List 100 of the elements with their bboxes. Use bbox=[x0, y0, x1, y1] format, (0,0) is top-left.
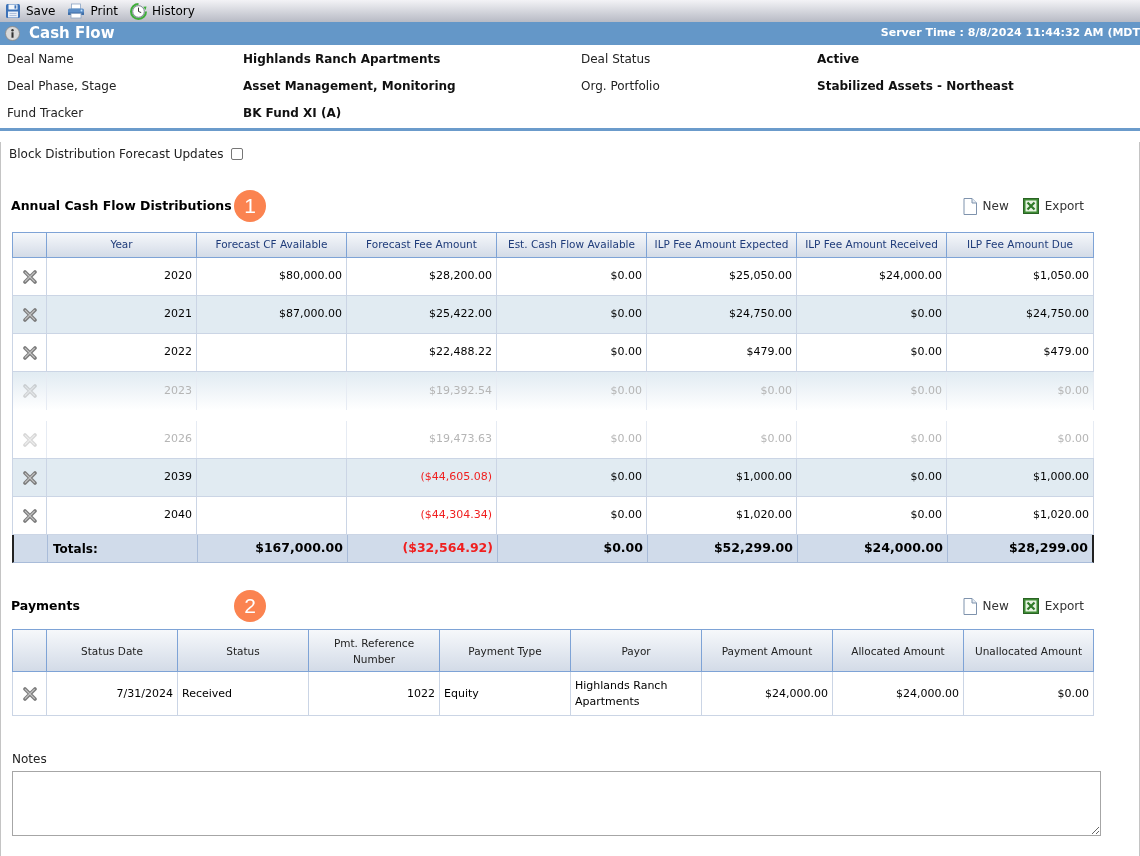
page-title: Cash Flow bbox=[29, 23, 115, 45]
total-cell: $52,299.00 bbox=[713, 539, 793, 558]
total-cell: $24,000.00 bbox=[863, 539, 943, 558]
table-cell: 1022 bbox=[407, 685, 435, 702]
field-value: Stabilized Assets - Northeast bbox=[817, 77, 1014, 95]
total-cell: ($32,564.92) bbox=[402, 539, 493, 558]
column-header[interactable]: Forecast Fee Amount bbox=[347, 233, 497, 257]
field-value: Highlands Ranch Apartments bbox=[243, 50, 441, 68]
table-cell: $0.00 bbox=[610, 469, 642, 486]
table-cell: $24,750.00 bbox=[729, 306, 792, 323]
table-cell: 2026 bbox=[164, 431, 192, 448]
spreadsheet-icon bbox=[1022, 198, 1039, 214]
table-cell: $0.00 bbox=[760, 431, 792, 448]
table-cell: $0.00 bbox=[610, 507, 642, 524]
column-header[interactable]: Payor bbox=[571, 630, 702, 671]
column-header[interactable]: Payment Type bbox=[440, 630, 571, 671]
table-cell-text: $0.00 bbox=[910, 382, 942, 399]
table-cell: $24,000.00 bbox=[765, 685, 828, 702]
column-header[interactable]: Year bbox=[47, 233, 197, 257]
delete-icon[interactable] bbox=[22, 686, 37, 701]
table-cell-text: $19,392.54 bbox=[429, 382, 492, 399]
column-header[interactable]: ILP Fee Amount Received bbox=[797, 233, 947, 257]
total-cell: $28,299.00 bbox=[1008, 539, 1088, 558]
table-cell-text: Highlands Ranch Apartments bbox=[575, 677, 669, 710]
column-header[interactable]: Allocated Amount bbox=[833, 630, 964, 671]
table-cell: Received bbox=[182, 685, 233, 702]
new-button[interactable]: New bbox=[962, 597, 1009, 615]
field-label: Org. Portfolio bbox=[581, 77, 660, 95]
table-cell: 2021 bbox=[164, 306, 192, 323]
table-cell: $0.00 bbox=[910, 306, 942, 323]
table-cell: $25,422.00 bbox=[429, 306, 492, 323]
table-cell: $0.00 bbox=[910, 507, 942, 524]
server-time: Server Time : 8/8/2024 11:44:32 AM (MDT bbox=[880, 25, 1140, 42]
column-header[interactable]: ILP Fee Amount Due bbox=[947, 233, 1093, 257]
field-label: Fund Tracker bbox=[7, 104, 84, 122]
field-value: Active bbox=[817, 50, 860, 68]
table-cell-text: $0.00 bbox=[610, 382, 642, 399]
print-button[interactable]: Print bbox=[67, 2, 119, 20]
column-header[interactable]: Status Date bbox=[47, 630, 178, 671]
new-button[interactable]: New bbox=[962, 197, 1009, 215]
column-header[interactable]: Unallocated Amount bbox=[964, 630, 1093, 671]
table-cell: ($44,304.34) bbox=[420, 507, 492, 524]
step-marker: 1 bbox=[234, 190, 266, 222]
checkbox[interactable] bbox=[231, 148, 244, 160]
table-cell: $479.00 bbox=[1043, 344, 1089, 361]
field-value: BK Fund XI (A) bbox=[243, 104, 342, 122]
table-cell: $28,200.00 bbox=[429, 268, 492, 285]
section-title: Payments bbox=[11, 596, 81, 615]
save-button[interactable]: Save bbox=[5, 2, 56, 20]
delete-icon[interactable] bbox=[22, 508, 37, 523]
total-cell: $0.00 bbox=[603, 539, 643, 558]
spreadsheet-icon bbox=[1022, 598, 1039, 614]
totals-label: Totals: bbox=[53, 540, 98, 558]
table-cell: $24,000.00 bbox=[896, 685, 959, 702]
table-cell: 2022 bbox=[164, 344, 192, 361]
table-cell: 2020 bbox=[164, 268, 192, 285]
table-cell: $0.00 bbox=[610, 268, 642, 285]
delete-icon[interactable] bbox=[22, 307, 37, 322]
step-marker: 2 bbox=[234, 590, 266, 622]
total-cell: $167,000.00 bbox=[255, 539, 343, 558]
table-cell: $87,000.00 bbox=[279, 306, 342, 323]
checkbox-label: Block Distribution Forecast Updates bbox=[9, 146, 224, 163]
table-cell: $1,000.00 bbox=[1033, 469, 1089, 486]
history-button[interactable]: History bbox=[130, 2, 195, 20]
column-header[interactable]: Status bbox=[178, 630, 309, 671]
table-cell: $24,000.00 bbox=[879, 268, 942, 285]
table-cell: $1,020.00 bbox=[1033, 507, 1089, 524]
column-header[interactable]: ILP Fee Amount Expected bbox=[647, 233, 797, 257]
table-cell: $0.00 bbox=[610, 431, 642, 448]
table-cell: $24,750.00 bbox=[1026, 306, 1089, 323]
table-cell: $25,050.00 bbox=[729, 268, 792, 285]
table-cell: $22,488.22 bbox=[429, 344, 492, 361]
table-cell: $479.00 bbox=[746, 344, 792, 361]
table-cell: $0.00 bbox=[910, 469, 942, 486]
delete-icon[interactable] bbox=[22, 470, 37, 485]
field-label: Deal Status bbox=[581, 50, 651, 68]
section-title: Annual Cash Flow Distributions bbox=[11, 196, 233, 215]
table-cell: $0.00 bbox=[910, 344, 942, 361]
table-cell: $0.00 bbox=[910, 431, 942, 448]
column-header[interactable]: Pmt. Reference Number bbox=[309, 630, 440, 671]
notes-field[interactable] bbox=[12, 771, 1101, 836]
export-button[interactable]: Export bbox=[1022, 197, 1084, 215]
document-icon bbox=[962, 597, 977, 615]
table-cell: $1,050.00 bbox=[1033, 268, 1089, 285]
table-cell-text: $0.00 bbox=[1057, 382, 1089, 399]
field-value: Asset Management, Monitoring bbox=[243, 77, 456, 95]
table-cell: $19,473.63 bbox=[429, 431, 492, 448]
table-cell: 2039 bbox=[164, 469, 192, 486]
table-cell: $1,020.00 bbox=[736, 507, 792, 524]
delete-icon[interactable] bbox=[22, 345, 37, 360]
table-cell: $0.00 bbox=[1057, 685, 1089, 702]
column-header[interactable]: Forecast CF Available bbox=[197, 233, 347, 257]
table-cell-text: $0.00 bbox=[760, 382, 792, 399]
table-cell: $80,000.00 bbox=[279, 268, 342, 285]
document-icon bbox=[962, 197, 977, 215]
column-header[interactable]: Payment Amount bbox=[702, 630, 833, 671]
delete-icon[interactable] bbox=[22, 269, 37, 284]
export-button[interactable]: Export bbox=[1022, 597, 1084, 615]
table-cell: 7/31/2024 bbox=[116, 685, 173, 702]
column-header[interactable]: Est. Cash Flow Available bbox=[497, 233, 647, 257]
